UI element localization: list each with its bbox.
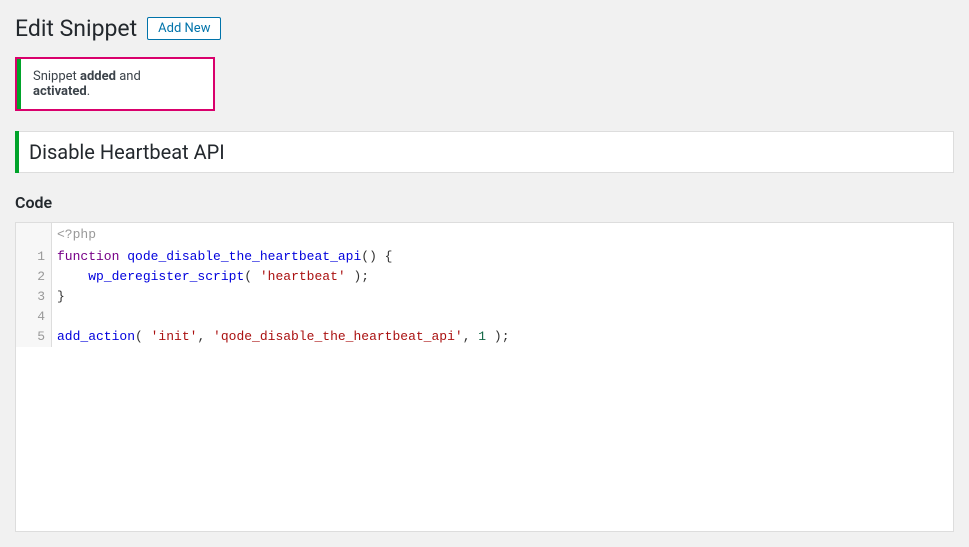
line-number: 2: [22, 267, 45, 287]
line-number: 4: [22, 307, 45, 327]
code-line: add_action( 'init', 'qode_disable_the_he…: [57, 327, 948, 347]
line-number: 1: [22, 247, 45, 267]
code-line: }: [57, 287, 948, 307]
snippet-title-input[interactable]: [19, 131, 954, 173]
gutter-placeholder: [16, 223, 52, 247]
code-function-call: add_action: [57, 329, 135, 344]
notice-text-suffix: .: [87, 84, 90, 99]
code-punct: ,: [463, 329, 479, 344]
code-line: wp_deregister_script( 'heartbeat' );: [57, 267, 948, 287]
line-number: 3: [22, 287, 45, 307]
code-punct: ,: [197, 329, 213, 344]
notice-highlight: Snippet added and activated.: [15, 57, 215, 111]
page-title: Edit Snippet: [15, 15, 137, 42]
code-punct: () {: [361, 249, 392, 264]
code-punct: );: [486, 329, 509, 344]
code-string: 'qode_disable_the_heartbeat_api': [213, 329, 463, 344]
notice-text-bold2: activated: [33, 84, 87, 99]
code-line: [57, 307, 948, 327]
code-punct: }: [57, 289, 65, 304]
code-punct: (: [135, 329, 151, 344]
notice-success: Snippet added and activated.: [17, 59, 213, 109]
notice-text-prefix: Snippet: [33, 69, 80, 84]
code-editor-body: 1 2 3 4 5 function qode_disable_the_hear…: [16, 247, 953, 347]
code-function-name: qode_disable_the_heartbeat_api: [127, 249, 361, 264]
code-indent: [57, 269, 88, 284]
page-header: Edit Snippet Add New: [15, 15, 954, 42]
code-string: 'heartbeat': [260, 269, 346, 284]
code-editor[interactable]: <?php 1 2 3 4 5 function qode_disable_th…: [15, 222, 954, 532]
notice-text-bold1: added: [80, 69, 116, 84]
code-number: 1: [478, 329, 486, 344]
code-content[interactable]: function qode_disable_the_heartbeat_api(…: [52, 247, 953, 347]
snippet-title-wrap: [15, 131, 954, 173]
line-number: 5: [22, 327, 45, 347]
code-line: function qode_disable_the_heartbeat_api(…: [57, 247, 948, 267]
notice-text-mid: and: [116, 69, 141, 84]
code-section-label: Code: [15, 193, 954, 212]
code-punct: );: [346, 269, 369, 284]
code-function-call: wp_deregister_script: [88, 269, 244, 284]
code-editor-header: <?php: [16, 223, 953, 247]
php-open-tag: <?php: [52, 223, 101, 247]
code-punct: (: [244, 269, 260, 284]
code-keyword: function: [57, 249, 119, 264]
add-new-button[interactable]: Add New: [147, 17, 221, 40]
code-gutter: 1 2 3 4 5: [16, 247, 52, 347]
code-string: 'init': [151, 329, 198, 344]
